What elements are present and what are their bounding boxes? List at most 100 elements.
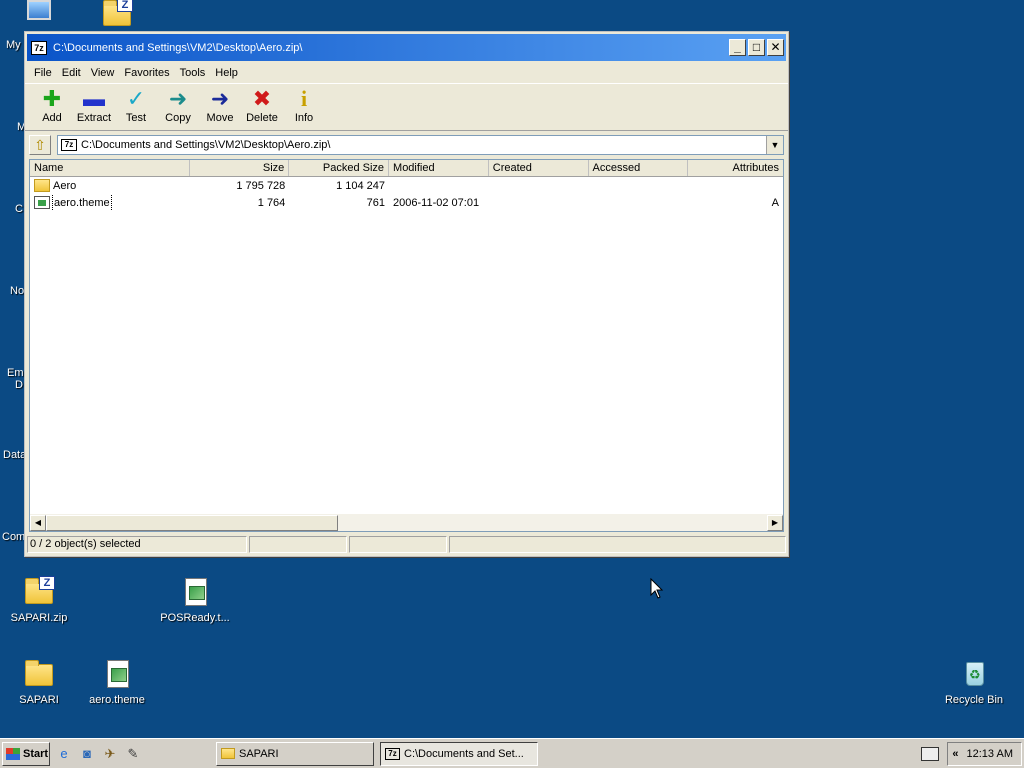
file-attributes: A — [771, 196, 779, 209]
column-header-modified[interactable]: Modified — [389, 160, 489, 176]
desktop-icon-zip-top[interactable]: Z — [72, 0, 162, 34]
desktop-icon-posready-theme[interactable]: POSReady.t... — [150, 576, 240, 624]
desktop-label-clipped: My — [6, 39, 21, 51]
system-tray: « 12:13 AM — [921, 742, 1022, 766]
status-selection: 0 / 2 object(s) selected — [27, 536, 247, 553]
chevron-down-icon[interactable]: ▼ — [766, 136, 783, 154]
file-size: 1 795 728 — [236, 179, 286, 192]
test-button[interactable]: ✓ Test — [115, 86, 157, 124]
notepad-icon[interactable]: ✎ — [124, 745, 142, 763]
status-pane — [349, 536, 447, 553]
desktop-label-clipped: Com — [2, 531, 26, 543]
theme-file-icon — [107, 660, 129, 688]
file-size: 1 764 — [257, 196, 286, 209]
file-packed-size: 1 104 247 — [336, 179, 386, 192]
test-button-label: Test — [125, 112, 147, 124]
folder-icon — [25, 660, 53, 686]
move-button-label: Move — [206, 112, 234, 124]
extract-button[interactable]: ▬ Extract — [73, 86, 115, 124]
keyboard-icon[interactable] — [921, 747, 940, 761]
menu-help[interactable]: Help — [210, 67, 243, 79]
desktop-label-clipped: D — [15, 379, 23, 391]
clock[interactable]: 12:13 AM — [967, 748, 1013, 760]
notification-area: « 12:13 AM — [947, 742, 1022, 766]
status-bar: 0 / 2 object(s) selected — [27, 536, 786, 554]
show-hidden-icons-icon[interactable]: « — [952, 748, 958, 760]
maximize-button[interactable]: □ — [748, 39, 765, 56]
info-icon: i — [300, 86, 308, 111]
scroll-right-button[interactable]: ▶ — [767, 514, 783, 531]
horizontal-scrollbar[interactable]: ◀ ▶ — [30, 514, 783, 531]
x-icon: ✖ — [252, 86, 272, 111]
theme-file-icon — [34, 196, 50, 209]
file-manager-window: 7z C:\Documents and Settings\VM2\Desktop… — [24, 31, 789, 557]
minimize-button[interactable]: _ — [729, 39, 746, 56]
folder-icon — [221, 748, 235, 759]
title-bar[interactable]: 7z C:\Documents and Settings\VM2\Desktop… — [27, 34, 786, 61]
column-header-packed-size[interactable]: Packed Size — [289, 160, 390, 176]
desktop-icon-aero-theme[interactable]: aero.theme — [72, 658, 162, 706]
start-button[interactable]: Start — [2, 741, 50, 766]
scroll-left-button[interactable]: ◀ — [30, 514, 46, 531]
mouse-cursor-icon — [650, 578, 664, 599]
explorer-icon[interactable]: ◙ — [78, 745, 96, 763]
archive-icon: 7z — [61, 139, 77, 151]
taskbar-item-label: C:\Documents and Set... — [404, 747, 524, 760]
desktop-icon-sapari-zip[interactable]: Z SAPARI.zip — [0, 576, 84, 624]
address-combobox[interactable]: 7z C:\Documents and Settings\VM2\Desktop… — [57, 135, 784, 155]
column-header-created[interactable]: Created — [489, 160, 589, 176]
desktop-label-clipped: No — [10, 285, 25, 297]
taskbar-item-sapari[interactable]: SAPARI — [216, 741, 374, 766]
list-header: Name Size Packed Size Modified Created A… — [30, 160, 783, 177]
menu-edit[interactable]: Edit — [57, 67, 86, 79]
scrollbar-thumb[interactable] — [46, 514, 338, 531]
file-name: aero.theme — [52, 194, 112, 211]
archive-icon: 7z — [385, 747, 400, 760]
close-button[interactable]: ✕ — [767, 39, 784, 56]
menu-tools[interactable]: Tools — [175, 67, 211, 79]
plus-icon: ✚ — [42, 86, 62, 111]
computer-icon — [27, 0, 51, 20]
desktop-icon-label: POSReady.t... — [160, 612, 230, 624]
minus-icon: ▬ — [83, 86, 105, 111]
menu-bar: File Edit View Favorites Tools Help — [25, 63, 788, 83]
info-button[interactable]: i Info — [283, 86, 325, 124]
check-icon: ✓ — [126, 86, 146, 111]
media-icon[interactable]: ✈ — [101, 745, 119, 763]
delete-button-label: Delete — [246, 112, 278, 124]
extract-button-label: Extract — [76, 112, 112, 124]
column-header-attributes[interactable]: Attributes — [688, 160, 783, 176]
delete-button[interactable]: ✖ Delete — [241, 86, 283, 124]
ie-icon[interactable]: e — [55, 745, 73, 763]
column-header-name[interactable]: Name — [30, 160, 190, 176]
add-button[interactable]: ✚ Add — [31, 86, 73, 124]
column-header-size[interactable]: Size — [190, 160, 290, 176]
up-folder-button[interactable]: ⇧ — [29, 135, 51, 155]
file-list[interactable]: Name Size Packed Size Modified Created A… — [29, 159, 784, 532]
taskbar-item-7zip[interactable]: 7z C:\Documents and Set... — [380, 741, 538, 766]
desktop-icon-recycle-bin[interactable]: Recycle Bin — [929, 658, 1019, 706]
status-pane — [249, 536, 347, 553]
menu-file[interactable]: File — [29, 67, 57, 79]
window-title: C:\Documents and Settings\VM2\Desktop\Ae… — [53, 41, 303, 54]
file-packed-size: 761 — [366, 196, 386, 209]
table-row[interactable]: Aero 1 795 728 1 104 247 — [30, 177, 783, 194]
toolbar: ✚ Add ▬ Extract ✓ Test ➜ Copy ➜ Move ✖ D… — [25, 83, 788, 131]
folder-icon — [34, 179, 50, 192]
taskbar-item-label: SAPARI — [239, 747, 279, 760]
column-header-accessed[interactable]: Accessed — [589, 160, 689, 176]
copy-button[interactable]: ➜ Copy — [157, 86, 199, 124]
recycle-bin-icon — [966, 662, 984, 686]
theme-file-icon — [185, 578, 207, 606]
menu-favorites[interactable]: Favorites — [119, 67, 174, 79]
table-row[interactable]: aero.theme 1 764 761 2006-11-02 07:01 A — [30, 194, 783, 211]
address-text[interactable]: C:\Documents and Settings\VM2\Desktop\Ae… — [81, 139, 766, 151]
copy-button-label: Copy — [165, 112, 191, 124]
folder-up-icon: ⇧ — [34, 137, 46, 153]
move-button[interactable]: ➜ Move — [199, 86, 241, 124]
menu-view[interactable]: View — [86, 67, 120, 79]
windows-logo-icon — [6, 747, 20, 760]
desktop-icon-label: Recycle Bin — [944, 694, 1004, 706]
app-icon: 7z — [31, 40, 47, 55]
file-modified: 2006-11-02 07:01 — [393, 196, 480, 209]
